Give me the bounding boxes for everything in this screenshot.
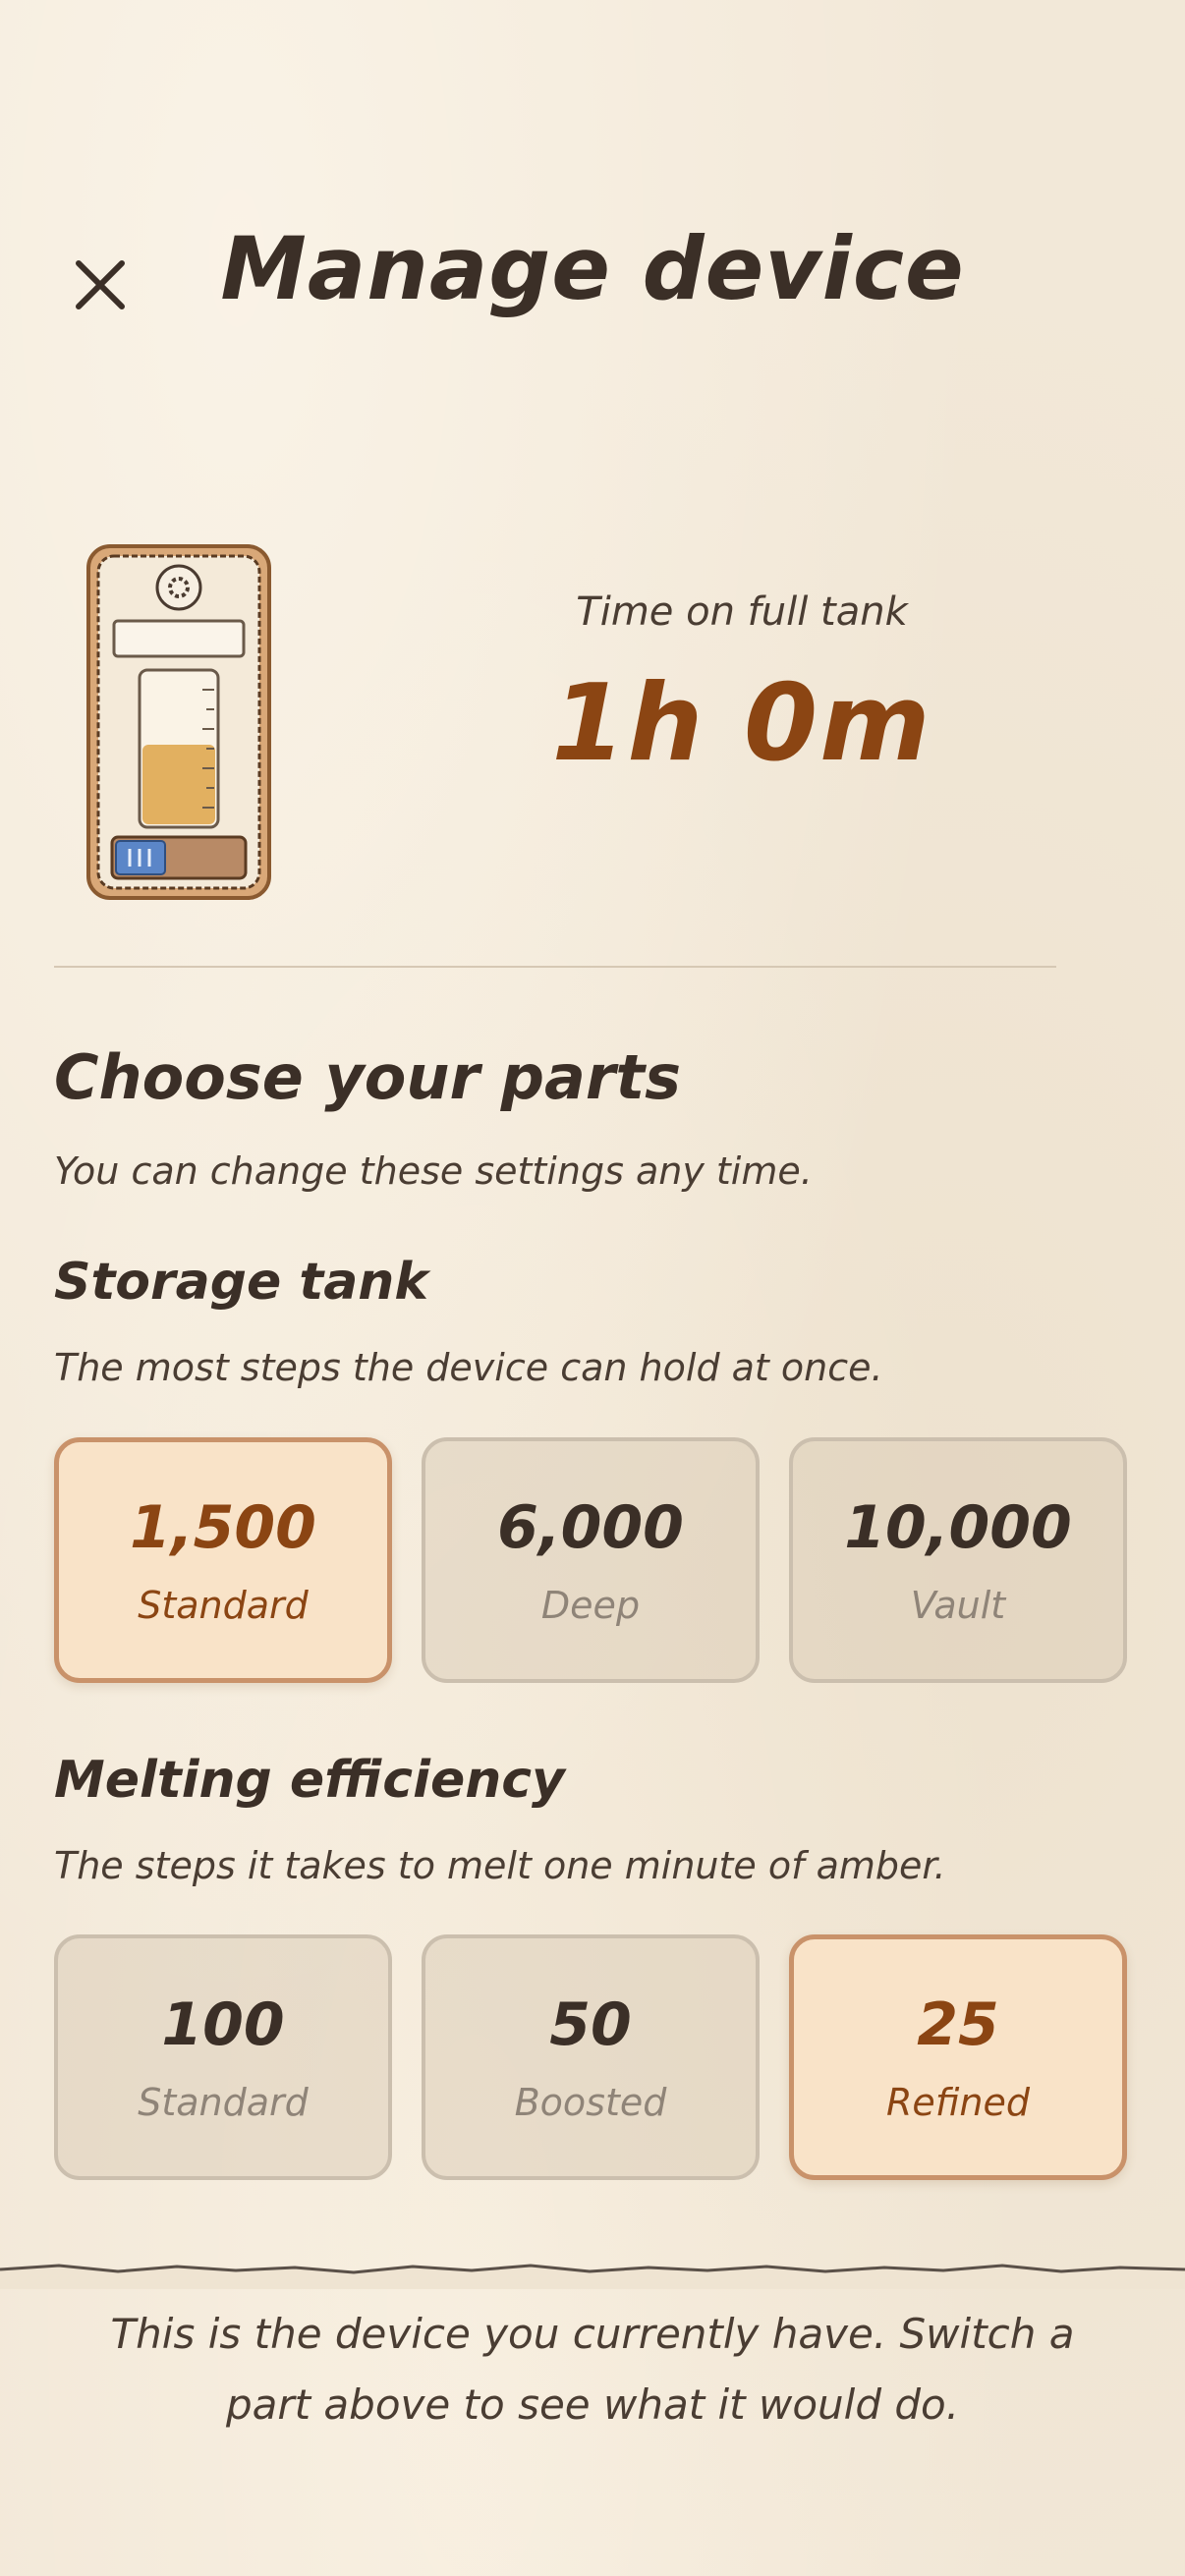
footer-note: This is the device you currently have. S… [110,2310,1075,2429]
amber-device-illustration [86,544,271,900]
option-value: 6,000 [497,1493,684,1562]
melting-efficiency-description: The steps it takes to melt one minute of… [54,1844,946,1887]
efficiency-options: 100 Standard 50 Boosted 25 Refined [54,1934,1127,2180]
storage-option-deep[interactable]: 6,000 Deep [422,1437,760,1683]
tank-time-summary: Time on full tank 1h 0m [491,589,992,785]
divider [54,966,1056,968]
option-label: Standard [138,2081,309,2124]
efficiency-option-standard[interactable]: 100 Standard [54,1934,392,2180]
option-value: 50 [549,1990,632,2059]
section-description: You can change these settings any time. [54,1149,813,1193]
storage-option-vault[interactable]: 10,000 Vault [789,1437,1127,1683]
torn-paper-edge [0,2264,1185,2289]
page-title: Manage device [220,218,965,319]
storage-tank-description: The most steps the device can hold at on… [54,1346,883,1389]
option-value: 1,500 [130,1493,316,1562]
option-value: 25 [917,1990,999,2059]
melting-efficiency-title: Melting efficiency [54,1751,565,1810]
efficiency-option-boosted[interactable]: 50 Boosted [422,1934,760,2180]
storage-options: 1,500 Standard 6,000 Deep 10,000 Vault [54,1437,1127,1683]
option-label: Deep [540,1584,641,1627]
tank-value: 1h 0m [551,662,932,785]
option-label: Boosted [514,2081,667,2124]
tank-label: Time on full tank [576,589,908,635]
option-label: Vault [910,1584,1006,1627]
option-value: 10,000 [844,1493,1072,1562]
option-value: 100 [161,1990,285,2059]
option-label: Refined [886,2081,1030,2124]
storage-option-standard[interactable]: 1,500 Standard [54,1437,392,1683]
efficiency-option-refined[interactable]: 25 Refined [789,1934,1127,2180]
storage-tank-title: Storage tank [54,1253,428,1312]
option-label: Standard [138,1584,309,1627]
section-title: Choose your parts [54,1041,682,1113]
